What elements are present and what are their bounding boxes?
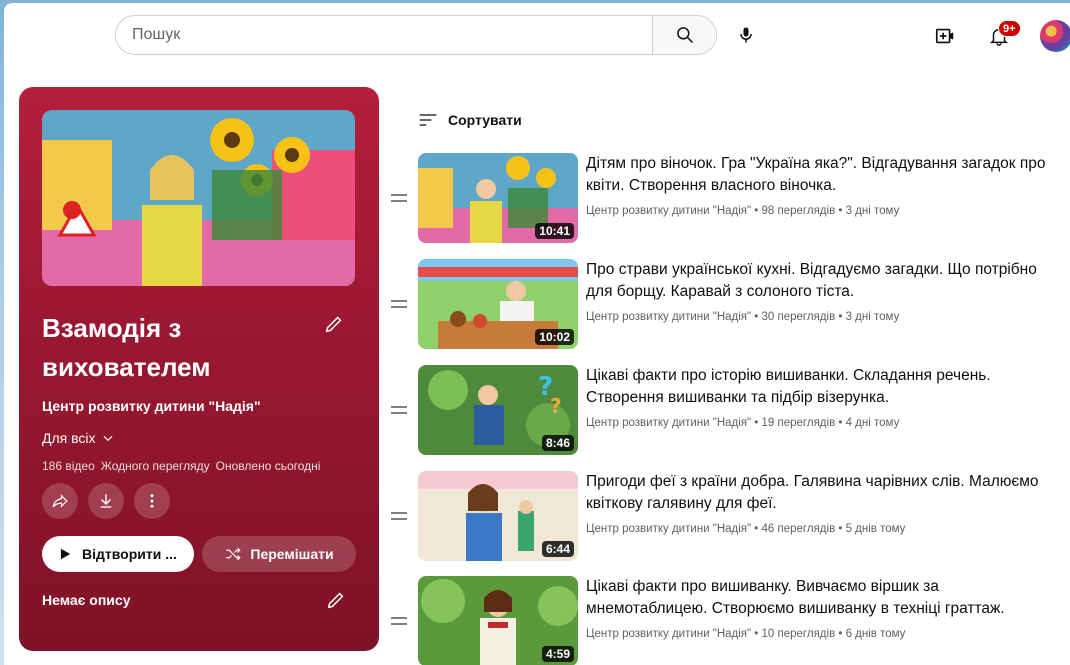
video-title[interactable]: Цікаві факти про вишиванку. Вивчаємо вір…: [586, 576, 1056, 620]
duration-badge: 10:41: [535, 223, 574, 239]
duration-badge: 6:44: [541, 541, 574, 557]
drag-handle-icon[interactable]: [390, 507, 408, 525]
duration-badge: 4:59: [541, 646, 574, 662]
download-icon: [100, 494, 112, 508]
list-item[interactable]: 10:41 Дітям про віночок. Гра "Україна як…: [390, 153, 1070, 247]
video-thumbnail[interactable]: 10:41: [418, 153, 578, 243]
video-count: 186 відео: [42, 459, 95, 473]
video-meta: Центр розвитку дитини "Надія" • 98 перег…: [586, 205, 900, 217]
playlist-title: Взамодія з вихователем: [42, 313, 211, 382]
playlist-thumbnail[interactable]: [42, 110, 355, 286]
playlist-description: Немає опису: [42, 592, 131, 608]
list-item[interactable]: 6:44 Пригоди феї з країни добра. Галявин…: [390, 471, 1070, 565]
playlist-owner[interactable]: Центр розвитку дитини "Надія": [42, 398, 261, 414]
play-all-button[interactable]: Відтворити ...: [42, 536, 194, 572]
playlist-thumbnail-image: [42, 110, 355, 286]
pencil-icon: [327, 592, 344, 609]
play-all-label: Відтворити ...: [82, 546, 177, 562]
duration-badge: 10:02: [535, 329, 574, 345]
microphone-icon: [740, 27, 752, 43]
avatar[interactable]: [1040, 20, 1070, 52]
notification-badge: 9+: [998, 20, 1021, 37]
updated-date: Оновлено сьогодні: [215, 459, 321, 473]
share-button[interactable]: [42, 483, 78, 519]
video-title[interactable]: Цікаві факти про історію вишиванки. Скла…: [586, 365, 1056, 409]
duration-badge: 8:46: [541, 435, 574, 451]
more-vertical-icon: [150, 494, 154, 508]
browser-window: 9+ Взамодія з вихователем: [4, 3, 1070, 665]
list-item[interactable]: 4:59 Цікаві факти про вишиванку. Вивчаєм…: [390, 576, 1070, 665]
video-thumbnail[interactable]: ? ? 8:46: [418, 365, 578, 455]
list-item[interactable]: ? ? 8:46 Цікаві факти про історію вишива…: [390, 365, 1070, 459]
video-thumbnail[interactable]: 10:02: [418, 259, 578, 349]
create-button[interactable]: [932, 23, 958, 49]
search-box: [115, 15, 717, 55]
shuffle-icon: [226, 547, 242, 561]
video-meta: Центр розвитку дитини "Надія" • 19 перег…: [586, 417, 900, 429]
share-icon: [52, 494, 68, 508]
view-count: Жодного перегляду: [100, 459, 210, 473]
edit-title-button[interactable]: [323, 313, 345, 335]
search-icon: [676, 27, 693, 44]
sort-label: Сортувати: [448, 112, 522, 128]
sort-button[interactable]: Сортувати: [418, 111, 522, 129]
drag-handle-icon[interactable]: [390, 295, 408, 313]
chevron-down-icon: [103, 435, 113, 442]
video-meta: Центр розвитку дитини "Надія" • 30 перег…: [586, 311, 900, 323]
svg-text:?: ?: [550, 394, 562, 418]
video-thumbnail[interactable]: 4:59: [418, 576, 578, 665]
more-actions-button[interactable]: [134, 483, 170, 519]
list-item[interactable]: 10:02 Про страви української кухні. Відг…: [390, 259, 1070, 353]
search-button[interactable]: [652, 16, 716, 54]
shuffle-button[interactable]: Перемішати: [202, 536, 356, 572]
drag-handle-icon[interactable]: [390, 612, 408, 630]
top-bar: 9+: [4, 3, 1070, 65]
drag-handle-icon[interactable]: [390, 189, 408, 207]
video-title[interactable]: Про страви української кухні. Відгадуємо…: [586, 259, 1056, 303]
download-button[interactable]: [88, 483, 124, 519]
search-input[interactable]: [116, 16, 652, 54]
playlist-stats: 186 відео Жодного перегляду Оновлено сьо…: [42, 459, 320, 473]
video-thumbnail[interactable]: 6:44: [418, 471, 578, 561]
create-video-icon: [935, 28, 954, 44]
video-title[interactable]: Пригоди феї з країни добра. Галявина чар…: [586, 471, 1056, 515]
sort-icon: [419, 114, 437, 126]
visibility-dropdown[interactable]: Для всіх: [42, 430, 115, 446]
video-title[interactable]: Дітям про віночок. Гра "Україна яка?". В…: [586, 153, 1056, 197]
voice-search-button[interactable]: [728, 17, 764, 53]
shuffle-label: Перемішати: [250, 546, 334, 562]
video-meta: Центр розвитку дитини "Надія" • 46 перег…: [586, 523, 906, 535]
visibility-label: Для всіх: [42, 430, 96, 446]
edit-description-button[interactable]: [325, 589, 347, 611]
video-meta: Центр розвитку дитини "Надія" • 10 перег…: [586, 628, 906, 640]
play-icon: [60, 548, 71, 560]
drag-handle-icon[interactable]: [390, 401, 408, 419]
pencil-icon: [325, 316, 342, 333]
playlist-header-panel: Взамодія з вихователем Центр розвитку ди…: [19, 87, 379, 651]
